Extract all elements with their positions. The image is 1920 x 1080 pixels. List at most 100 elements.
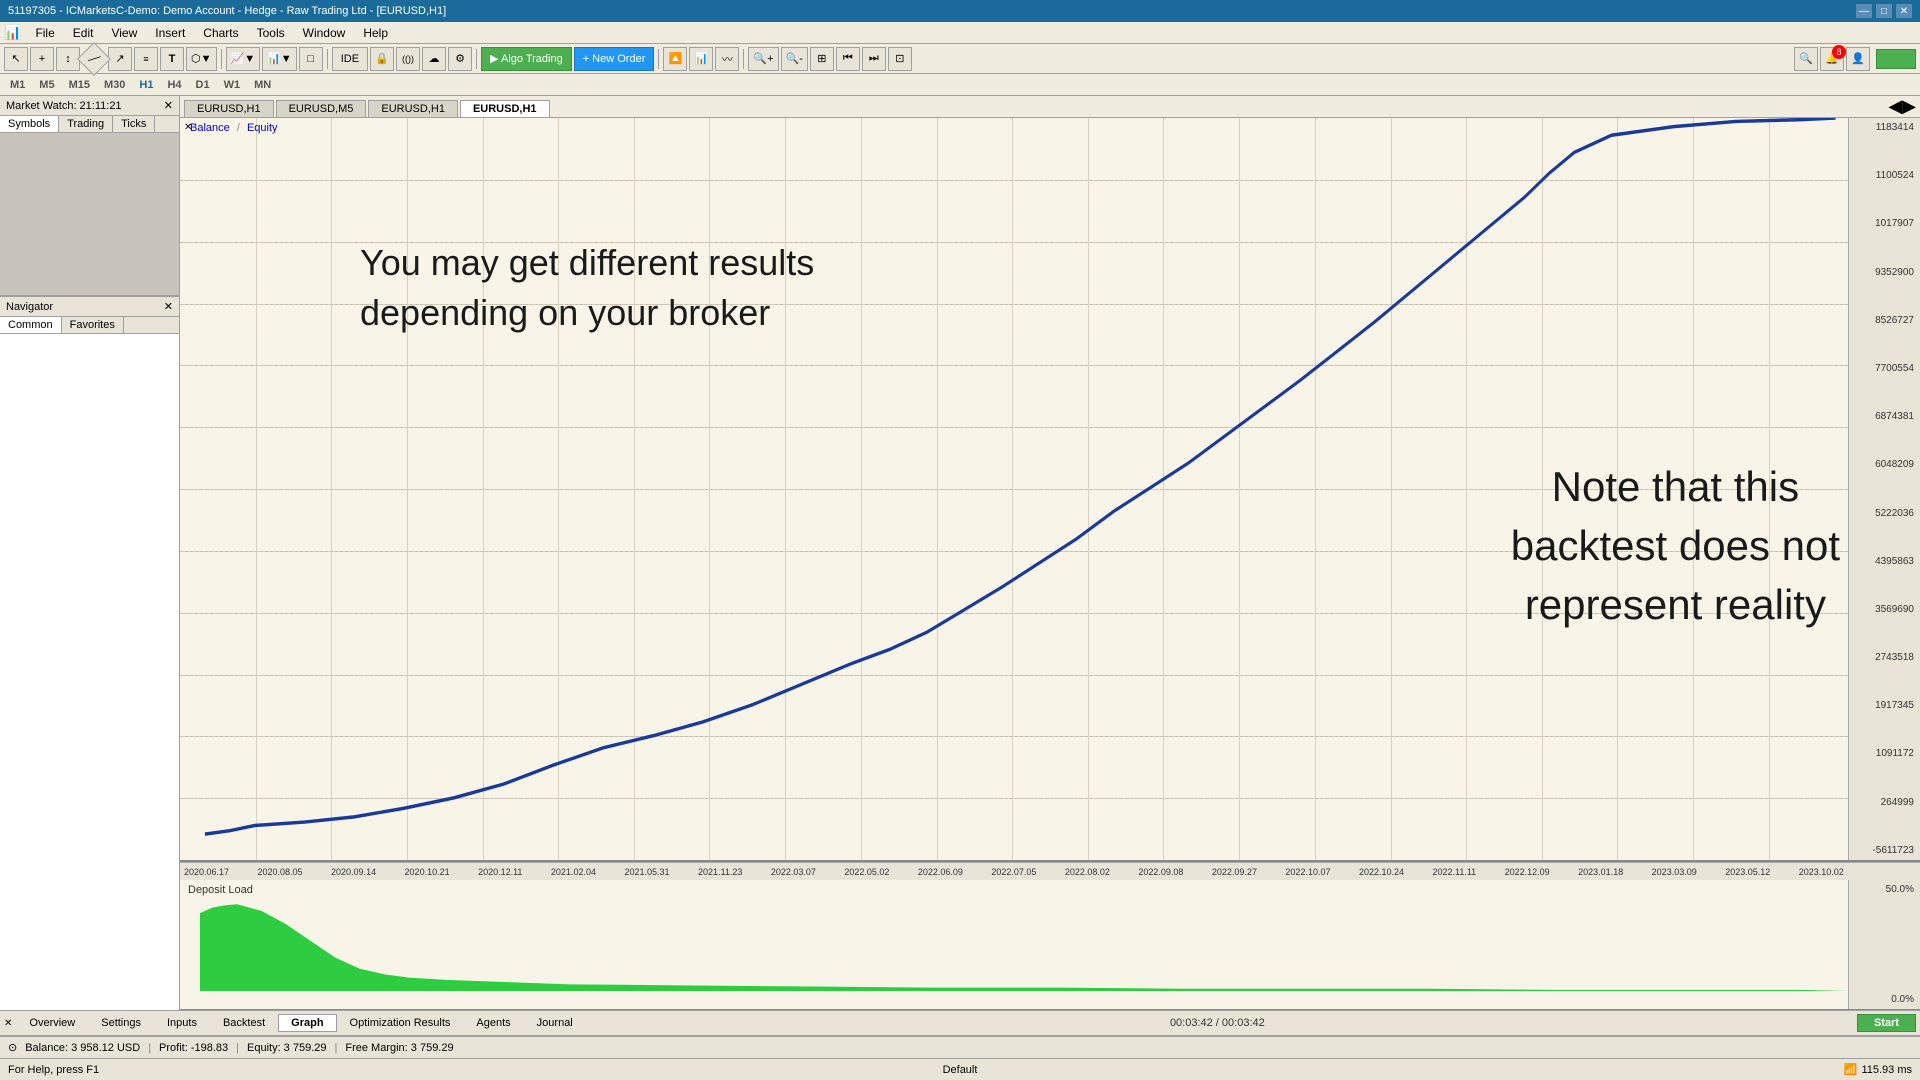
chart-mode-btn[interactable]: 📊 [689, 47, 713, 71]
menu-help[interactable]: Help [355, 24, 396, 42]
deposit-load-label: Deposit Load [188, 884, 253, 896]
menu-tools[interactable]: Tools [249, 24, 293, 42]
chart-tab-3[interactable]: EURUSD,H1 [460, 100, 550, 117]
text-tool[interactable]: ≡ [134, 47, 158, 71]
sep3 [476, 49, 477, 69]
status-indicator [1876, 49, 1916, 69]
y-label-0: 1183414 [1851, 122, 1918, 133]
scroll-left-btn[interactable]: ⏮ [836, 47, 860, 71]
tab-optimization[interactable]: Optimization Results [337, 1014, 464, 1032]
compile-btn[interactable]: (()) [396, 47, 420, 71]
sep-2: | [236, 1042, 239, 1054]
y-label-11: 2743518 [1851, 652, 1918, 663]
tab-favorites[interactable]: Favorites [62, 317, 124, 333]
circle-icon: ⊙ [8, 1041, 17, 1054]
tab-common[interactable]: Common [0, 317, 62, 333]
tab-settings[interactable]: Settings [88, 1014, 154, 1032]
close-panel-btn[interactable]: ✕ [4, 1018, 12, 1029]
chart-tab-2[interactable]: EURUSD,H1 [368, 100, 458, 117]
minimize-button[interactable]: — [1856, 4, 1872, 18]
new-order-btn[interactable]: + New Order [574, 47, 655, 71]
ide-btn[interactable]: IDE [332, 47, 368, 71]
zoom-up-btn[interactable]: 🔼 [663, 47, 687, 71]
algo-trading-btn[interactable]: ▶ Algo Trading [481, 47, 572, 71]
zoom-out-btn[interactable]: 🔍- [781, 47, 808, 71]
deposit-y-50: 50.0% [1851, 884, 1918, 895]
navigator-close[interactable]: ✕ [164, 300, 173, 313]
menu-window[interactable]: Window [295, 24, 354, 42]
chart-period-dropdown[interactable]: 📊▼ [262, 47, 297, 71]
y-label-12: 1917345 [1851, 700, 1918, 711]
chart-tab-left[interactable]: ◀ [1888, 96, 1902, 117]
cloud-btn[interactable]: ☁ [422, 47, 446, 71]
lock-btn[interactable]: 🔒 [370, 47, 394, 71]
tab-ticks[interactable]: Ticks [113, 116, 155, 132]
tab-symbols[interactable]: Symbols [0, 116, 59, 132]
cursor-tool[interactable]: ↖ [4, 47, 28, 71]
shapes-tool[interactable]: ⬡▼ [186, 47, 217, 71]
tab-overview[interactable]: Overview [16, 1014, 88, 1032]
x-label-14: 2022.09.27 [1212, 867, 1257, 877]
time-display: 00:03:42 / 00:03:42 [1170, 1017, 1265, 1029]
chart-label: Balance / Equity [188, 122, 280, 134]
tf-m1[interactable]: M1 [4, 78, 31, 92]
tf-m15[interactable]: M15 [63, 78, 96, 92]
x-label-11: 2022.07.05 [991, 867, 1036, 877]
template-btn[interactable]: □ [299, 47, 323, 71]
settings-btn[interactable]: ⚙ [448, 47, 472, 71]
menu-charts[interactable]: Charts [195, 24, 246, 42]
chart-tab-right[interactable]: ▶ [1902, 96, 1916, 117]
x-label-15: 2022.10.07 [1285, 867, 1330, 877]
tf-m30[interactable]: M30 [98, 78, 131, 92]
tab-backtest[interactable]: Backtest [210, 1014, 278, 1032]
menu-view[interactable]: View [103, 24, 145, 42]
x-label-10: 2022.06.09 [918, 867, 963, 877]
profit-label: Profit: -198.83 [159, 1042, 228, 1054]
x-label-2: 2020.09.14 [331, 867, 376, 877]
close-button[interactable]: ✕ [1896, 4, 1912, 18]
tf-h1[interactable]: H1 [133, 78, 159, 92]
chart-tab-0[interactable]: EURUSD,H1 [184, 100, 274, 117]
x-label-13: 2022.09.08 [1138, 867, 1183, 877]
crosshair-tool[interactable]: + [30, 47, 54, 71]
start-button[interactable]: Start [1857, 1014, 1916, 1032]
line-chart-btn[interactable]: 〰 [715, 47, 739, 71]
tab-inputs[interactable]: Inputs [154, 1014, 210, 1032]
tf-h4[interactable]: H4 [161, 78, 187, 92]
menu-edit[interactable]: Edit [65, 24, 102, 42]
chart-type-dropdown[interactable]: 📈▼ [226, 47, 261, 71]
tf-m5[interactable]: M5 [33, 78, 60, 92]
search-btn[interactable]: 🔍 [1794, 47, 1818, 71]
status-bar: ⊙ Balance: 3 958.12 USD | Profit: -198.8… [0, 1036, 1920, 1058]
text-insert[interactable]: T [160, 47, 184, 71]
window-controls: — □ ✕ [1856, 4, 1912, 18]
menu-insert[interactable]: Insert [147, 24, 193, 42]
zoom-in-btn[interactable]: 🔍+ [748, 47, 778, 71]
maximize-button[interactable]: □ [1876, 4, 1892, 18]
tab-trading[interactable]: Trading [59, 116, 113, 132]
tab-journal[interactable]: Journal [524, 1014, 586, 1032]
chart-tab-1[interactable]: EURUSD,M5 [276, 100, 367, 117]
tf-w1[interactable]: W1 [218, 78, 247, 92]
draw-line-tool[interactable]: ╱ [77, 42, 111, 76]
grid-btn[interactable]: ⊞ [810, 47, 834, 71]
x-label-17: 2022.11.11 [1432, 867, 1476, 877]
tf-mn[interactable]: MN [248, 78, 277, 92]
tf-d1[interactable]: D1 [190, 78, 216, 92]
menu-file[interactable]: File [27, 24, 62, 42]
objects-btn[interactable]: ⊡ [888, 47, 912, 71]
tab-agents[interactable]: Agents [463, 1014, 523, 1032]
main-chart[interactable]: ✕ Balance / Equity [180, 118, 1920, 862]
tab-graph[interactable]: Graph [278, 1014, 336, 1032]
deposit-chart: Deposit Load Strategy Tester 50.0% 0.0% [180, 880, 1920, 1010]
navigator-header: Navigator ✕ [0, 297, 179, 317]
scroll-right-btn[interactable]: ⏭ [862, 47, 886, 71]
account-btn[interactable]: 👤 [1846, 47, 1870, 71]
chart-area: EURUSD,H1 EURUSD,M5 EURUSD,H1 EURUSD,H1 … [180, 96, 1920, 1010]
y-axis: 1183414 1100524 1017907 9352900 8526727 … [1848, 118, 1920, 860]
market-watch-close[interactable]: ✕ [164, 99, 173, 112]
free-margin-label: Free Margin: 3 759.29 [345, 1042, 453, 1054]
title-text: 51197305 - ICMarketsC-Demo: Demo Account… [8, 5, 446, 17]
arrow-tool[interactable]: ↗ [108, 47, 132, 71]
deposit-y-0: 0.0% [1851, 994, 1918, 1005]
